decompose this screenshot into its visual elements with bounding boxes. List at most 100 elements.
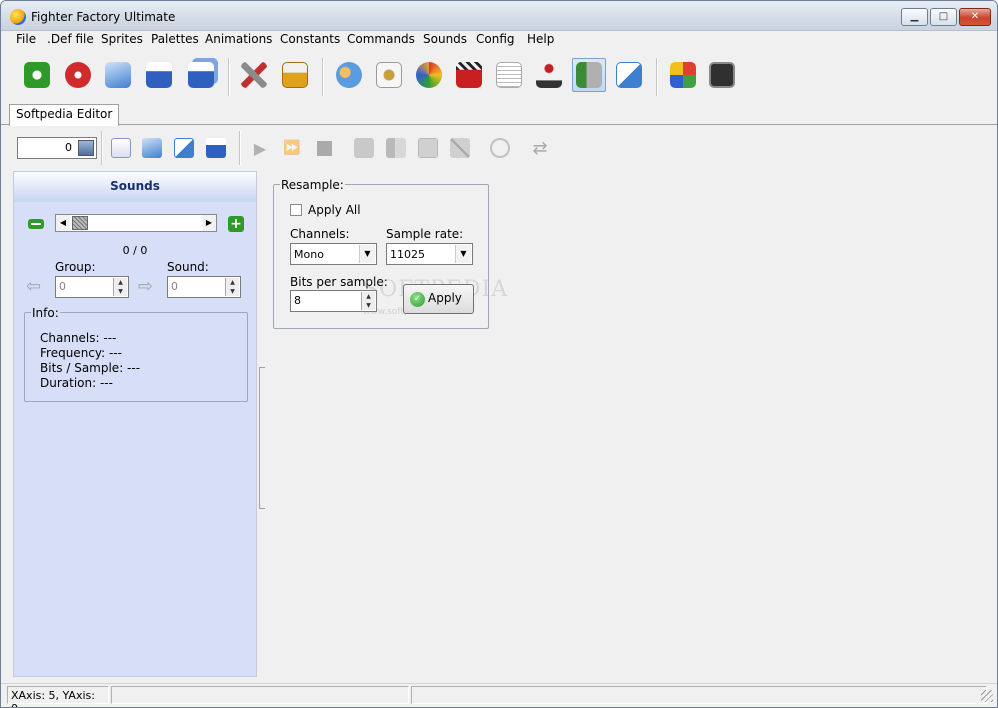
new-icon (24, 62, 50, 88)
slider-right-arrow[interactable]: ▶ (202, 215, 216, 231)
remove-sound-button[interactable] (28, 219, 44, 229)
calculator-icon[interactable] (78, 140, 94, 156)
resize-grip-icon[interactable] (981, 690, 993, 702)
open-button[interactable] (101, 58, 135, 92)
dos-run-icon (709, 62, 735, 88)
channels-value: Mono (294, 248, 324, 261)
close-button[interactable]: ✕ (959, 8, 991, 26)
save-all-icon (188, 62, 214, 88)
sound-editor-toolbar: 0 ▶ ⏩ ⇄ (1, 127, 997, 169)
panel-splitter[interactable] (259, 367, 265, 509)
close-project-icon (65, 62, 91, 88)
chevron-down-icon[interactable]: ▼ (455, 245, 471, 263)
volume-button[interactable] (417, 137, 439, 159)
resample-label: Resample: (280, 178, 345, 192)
bits-updown-icon[interactable]: ▲ ▼ (361, 292, 375, 310)
group-spinner[interactable]: 0 ▲ ▼ (55, 276, 129, 298)
info-group: Info: Channels: --- Frequency: --- Bits … (24, 306, 248, 402)
animation-button[interactable] (452, 58, 486, 92)
edit-icon (174, 138, 194, 158)
lock-button[interactable] (278, 58, 312, 92)
title-bar[interactable]: Fighter Factory Ultimate ▁ □ ✕ (1, 1, 997, 31)
commands-button[interactable] (532, 58, 566, 92)
chevron-down-icon[interactable]: ▼ (359, 245, 375, 263)
save-sound-button[interactable] (205, 137, 227, 159)
slider-thumb[interactable] (72, 216, 88, 230)
stop-icon (316, 140, 332, 156)
speaker-button[interactable] (385, 137, 407, 159)
import-sound-button[interactable] (353, 137, 375, 159)
save-sound-icon (206, 138, 226, 158)
sound-index-value: 0 (65, 141, 72, 154)
mute-button[interactable] (449, 137, 471, 159)
run-dos-button[interactable] (705, 58, 739, 92)
open-sound-button[interactable] (141, 137, 163, 159)
document-button[interactable] (492, 58, 526, 92)
close-project-button[interactable] (61, 58, 95, 92)
toolbar-separator (228, 58, 230, 96)
menu-config[interactable]: Config (476, 32, 515, 46)
sounds-button[interactable] (572, 58, 606, 92)
menu-animations[interactable]: Animations (205, 32, 272, 46)
play-icon: ▶ (253, 138, 267, 158)
apply-all-checkbox[interactable] (290, 204, 302, 216)
menu-def-file[interactable]: .Def file (47, 32, 94, 46)
sound-value: 0 (171, 280, 178, 293)
tools-button[interactable] (237, 58, 271, 92)
app-icon (10, 9, 26, 25)
channels-label: Channels: (290, 227, 350, 241)
save-icon (146, 62, 172, 88)
zoom-icon (490, 138, 510, 158)
maximize-button[interactable]: □ (930, 8, 957, 26)
edit-sound-button[interactable] (173, 137, 195, 159)
tab-softpedia-editor[interactable]: Softpedia Editor (9, 104, 120, 126)
bits-per-sample-spinner[interactable]: 8 ▲ ▼ (290, 290, 377, 312)
minimize-button[interactable]: ▁ (901, 8, 928, 26)
sound-slider[interactable]: ◀ ▶ (55, 214, 217, 232)
swap-button[interactable]: ⇄ (529, 137, 551, 159)
previous-arrow-icon[interactable]: ⇦ (26, 278, 44, 296)
channels-select[interactable]: Mono ▼ (290, 243, 377, 265)
stop-button[interactable] (313, 137, 335, 159)
menu-palettes[interactable]: Palettes (151, 32, 199, 46)
save-all-button[interactable] (184, 58, 218, 92)
main-window: Fighter Factory Ultimate ▁ □ ✕ File .Def… (0, 0, 998, 708)
menu-help[interactable]: Help (527, 32, 554, 46)
joystick-icon (536, 62, 562, 88)
edit-notepad-icon (616, 62, 642, 88)
save-button[interactable] (142, 58, 176, 92)
characters-button[interactable] (332, 58, 366, 92)
sound-updown-icon[interactable]: ▲ ▼ (225, 278, 239, 296)
new-button[interactable] (20, 58, 54, 92)
add-sound-button[interactable]: + (228, 216, 244, 232)
sounds-speaker-icon (576, 62, 602, 88)
sound-index-input[interactable]: 0 (17, 137, 97, 159)
toolbar-separator (322, 58, 324, 96)
sample-rate-label: Sample rate: (386, 227, 464, 241)
edit-button[interactable] (612, 58, 646, 92)
group-updown-icon[interactable]: ▲ ▼ (113, 278, 127, 296)
group-value: 0 (59, 280, 66, 293)
status-panel-3 (411, 686, 987, 704)
menu-constants[interactable]: Constants (280, 32, 340, 46)
open-folder-icon (142, 138, 162, 158)
palette-button[interactable] (412, 58, 446, 92)
apply-button[interactable]: ✓ Apply (403, 284, 474, 314)
menu-sounds[interactable]: Sounds (423, 32, 467, 46)
sample-rate-select[interactable]: 11025 ▼ (386, 243, 473, 265)
new-sound-button[interactable] (110, 137, 132, 159)
run-windows-button[interactable] (666, 58, 700, 92)
document-icon (496, 62, 522, 88)
sound-spinner[interactable]: 0 ▲ ▼ (167, 276, 241, 298)
plus-icon: + (230, 216, 242, 232)
fast-forward-button[interactable]: ⏩ (281, 137, 303, 159)
zoom-button[interactable] (489, 137, 511, 159)
next-arrow-icon[interactable]: ⇨ (138, 278, 156, 296)
slider-left-arrow[interactable]: ◀ (56, 215, 70, 231)
menu-commands[interactable]: Commands (347, 32, 415, 46)
play-button[interactable]: ▶ (249, 137, 271, 159)
menu-file[interactable]: File (16, 32, 36, 46)
menu-bar: File .Def file Sprites Palettes Animatio… (1, 31, 997, 49)
sprite-button[interactable] (372, 58, 406, 92)
menu-sprites[interactable]: Sprites (101, 32, 143, 46)
